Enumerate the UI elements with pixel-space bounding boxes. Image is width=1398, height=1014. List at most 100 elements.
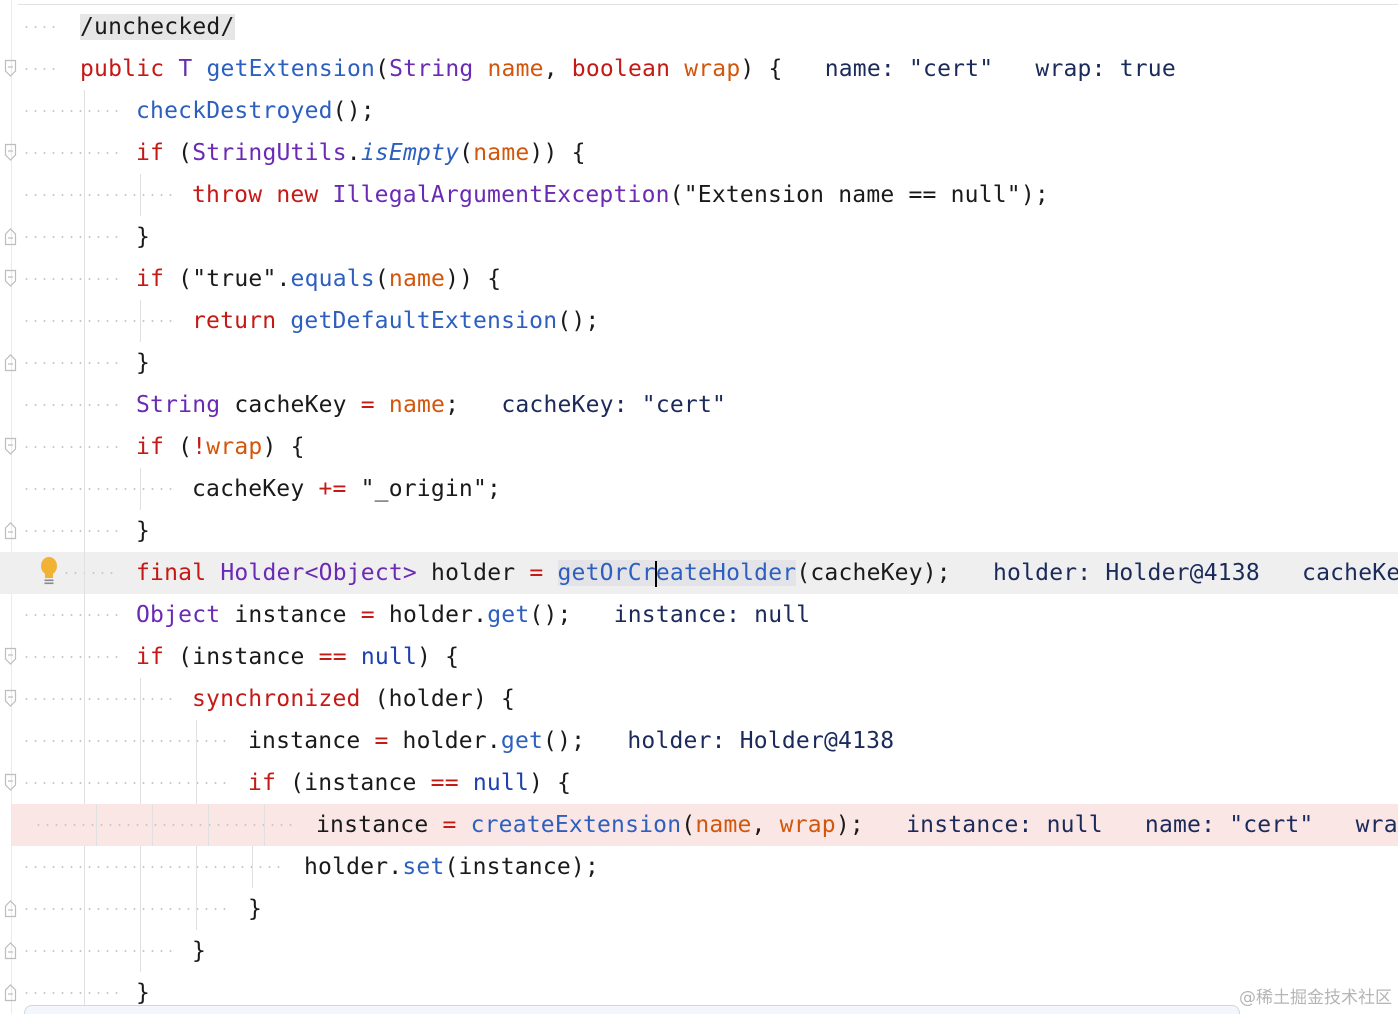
debug-inline-value[interactable]: instance: null name: "cert" wrap: t (864, 812, 1398, 838)
debug-inline-value[interactable]: holder: Holder@4138 (585, 728, 894, 754)
fold-close-icon[interactable] (4, 941, 17, 960)
fold-open-icon[interactable] (4, 269, 17, 288)
code-line[interactable]: if (instance == null) { (0, 762, 1398, 804)
fold-open-icon[interactable] (4, 647, 17, 666)
indent-guide (84, 216, 85, 258)
code-text[interactable]: synchronized (holder) { (192, 678, 515, 720)
indent-whitespace (22, 446, 118, 448)
code-line[interactable]: if ("true".equals(name)) { (0, 258, 1398, 300)
code-line[interactable]: } (0, 888, 1398, 930)
code-token: } (136, 518, 151, 544)
code-token: synchronized (192, 686, 361, 712)
code-line[interactable]: public T getExtension(String name, boole… (0, 48, 1398, 90)
indent-guide (264, 804, 265, 846)
indent-guide (140, 846, 141, 888)
code-token: = (374, 728, 389, 754)
debug-inline-value[interactable]: cacheKey: "cert" (459, 392, 726, 418)
indent-guide (96, 804, 97, 846)
code-text[interactable]: instance = holder.get(); holder: Holder@… (248, 720, 894, 762)
code-token: ("true". (164, 266, 291, 292)
code-token: if (136, 644, 165, 670)
code-text[interactable]: cacheKey += "_origin"; (192, 468, 501, 510)
code-line[interactable]: throw new IllegalArgumentException("Exte… (0, 174, 1398, 216)
code-token: )) { (445, 266, 502, 292)
horizontal-scrollbar[interactable] (24, 1005, 1240, 1014)
indent-whitespace (34, 824, 298, 826)
code-line[interactable]: synchronized (holder) { (0, 678, 1398, 720)
fold-close-icon[interactable] (4, 983, 17, 1002)
code-token: (); (543, 728, 586, 754)
code-line[interactable]: if (instance == null) { (0, 636, 1398, 678)
code-text[interactable]: Object instance = holder.get(); instance… (136, 594, 810, 636)
code-text[interactable]: /unchecked/ (80, 6, 235, 48)
indent-guide (152, 804, 153, 846)
fold-close-icon[interactable] (4, 353, 17, 372)
code-text[interactable]: holder.set(instance); (304, 846, 599, 888)
code-line[interactable]: return getDefaultExtension(); (0, 300, 1398, 342)
code-line[interactable]: cacheKey += "_origin"; (0, 468, 1398, 510)
code-line[interactable]: String cacheKey = name; cacheKey: "cert" (0, 384, 1398, 426)
code-text[interactable]: return getDefaultExtension(); (192, 300, 599, 342)
code-token: boolean (571, 56, 671, 82)
code-line[interactable]: if (StringUtils.isEmpty(name)) { (0, 132, 1398, 174)
code-token: null (360, 644, 418, 670)
code-line[interactable]: } (0, 510, 1398, 552)
code-line-breakpoint[interactable]: instance = createExtension(name, wrap); … (12, 804, 1398, 846)
indent-guide (84, 678, 85, 720)
code-line[interactable]: /unchecked/ (0, 6, 1398, 48)
code-token: = (529, 560, 544, 586)
fold-open-icon[interactable] (4, 59, 17, 78)
code-line[interactable]: holder.set(instance); (0, 846, 1398, 888)
code-line[interactable]: if (!wrap) { (0, 426, 1398, 468)
code-text[interactable]: } (136, 510, 150, 552)
code-token: wrap (206, 434, 263, 460)
debug-inline-value[interactable]: instance: null (572, 602, 811, 628)
code-line[interactable]: instance = holder.get(); holder: Holder@… (0, 720, 1398, 762)
code-line[interactable]: } (0, 342, 1398, 384)
code-line[interactable]: checkDestroyed(); (0, 90, 1398, 132)
code-text[interactable]: if (StringUtils.isEmpty(name)) { (136, 132, 586, 174)
code-token: new (276, 182, 319, 208)
fold-open-icon[interactable] (4, 437, 17, 456)
code-text[interactable]: if (instance == null) { (136, 636, 459, 678)
code-text[interactable]: if (instance == null) { (248, 762, 571, 804)
code-line[interactable]: } (0, 216, 1398, 258)
code-text[interactable]: String cacheKey = name; cacheKey: "cert" (136, 384, 726, 426)
code-line-current[interactable]: final Holder<Object> holder = getOrCreat… (0, 552, 1398, 594)
fold-close-icon[interactable] (4, 899, 17, 918)
code-token: += (318, 476, 347, 502)
code-line[interactable]: Object instance = holder.get(); instance… (0, 594, 1398, 636)
code-text[interactable]: checkDestroyed(); (136, 90, 375, 132)
code-token: , (751, 812, 780, 838)
code-text[interactable]: instance = createExtension(name, wrap); … (316, 804, 1398, 846)
debug-inline-value[interactable]: holder: Holder@4138 cacheKey: (951, 560, 1398, 586)
indent-guide (84, 510, 85, 552)
lightbulb-icon[interactable] (38, 556, 60, 586)
debug-inline-value[interactable]: name: "cert" wrap: true (783, 56, 1176, 82)
fold-open-icon[interactable] (4, 689, 17, 708)
code-token: Holder<Object> (220, 560, 417, 586)
fold-close-icon[interactable] (4, 521, 17, 540)
code-text[interactable]: if (!wrap) { (136, 426, 305, 468)
code-token: StringUtils (192, 140, 347, 166)
code-text[interactable]: } (136, 342, 150, 384)
fold-open-icon[interactable] (4, 143, 17, 162)
code-text[interactable]: public T getExtension(String name, boole… (80, 48, 1176, 90)
indent-guide (84, 720, 85, 762)
code-text[interactable]: throw new IllegalArgumentException("Exte… (192, 174, 1049, 216)
code-text[interactable]: final Holder<Object> holder = getOrCreat… (136, 552, 1398, 594)
code-text[interactable]: } (248, 888, 262, 930)
code-text[interactable]: } (192, 930, 206, 972)
code-editor[interactable]: /unchecked/public T getExtension(String … (0, 0, 1398, 1014)
code-token: name (388, 266, 446, 292)
code-line[interactable]: } (0, 930, 1398, 972)
fold-close-icon[interactable] (4, 227, 17, 246)
code-text[interactable]: } (136, 216, 150, 258)
code-text[interactable]: if ("true".equals(name)) { (136, 258, 501, 300)
indent-whitespace (22, 110, 118, 112)
fold-open-icon[interactable] (4, 773, 17, 792)
